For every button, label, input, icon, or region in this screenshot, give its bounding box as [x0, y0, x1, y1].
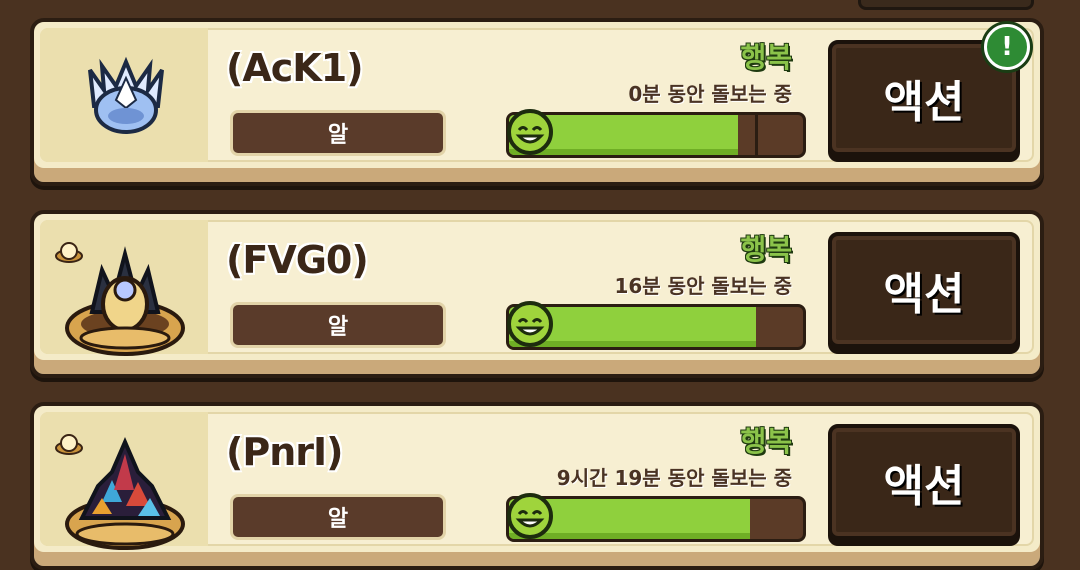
- smiley-face-icon: [507, 301, 553, 347]
- mood-label: 행복: [740, 233, 792, 266]
- alert-badge: !: [984, 24, 1030, 70]
- crystal-cluster-egg-in-nest-icon: [65, 436, 185, 550]
- crystal-egg-icon: [88, 56, 164, 134]
- pet-name: (FVG0): [226, 238, 369, 282]
- pet-type-label: 알: [230, 110, 446, 156]
- pet-card: (AcK1) 알 행복 0분 동안 돌보는 중 액션 !: [30, 18, 1044, 186]
- care-time-text: 0분 동안 돌보는 중: [628, 82, 792, 106]
- care-time-text: 16분 동안 돌보는 중: [614, 274, 792, 298]
- pet-card: (FVG0) 알 행복 16분 동안 돌보는 중 액션: [30, 210, 1044, 378]
- pet-icon-panel: [40, 28, 208, 162]
- smiley-face-icon: [507, 109, 553, 155]
- pet-card: (PnrI) 알 행복 9시간 19분 동안 돌보는 중 액션: [30, 402, 1044, 570]
- action-button[interactable]: 액션: [828, 232, 1020, 348]
- pet-icon-panel: [40, 412, 208, 550]
- pet-type-label: 알: [230, 302, 446, 348]
- pet-name: (AcK1): [226, 46, 364, 90]
- mood-label: 행복: [740, 425, 792, 458]
- pet-type-label: 알: [230, 494, 446, 540]
- smiley-face-icon: [507, 493, 553, 539]
- pet-name: (PnrI): [226, 430, 344, 474]
- action-button[interactable]: 액션: [828, 424, 1020, 540]
- bar-segment-divider: [755, 115, 758, 155]
- mood-label: 행복: [740, 41, 792, 74]
- pet-icon-panel: [40, 220, 208, 356]
- golden-egg-in-nest-icon: [65, 246, 185, 356]
- care-time-text: 9시간 19분 동안 돌보는 중: [556, 466, 792, 490]
- previous-card-button-edge: [858, 0, 1034, 10]
